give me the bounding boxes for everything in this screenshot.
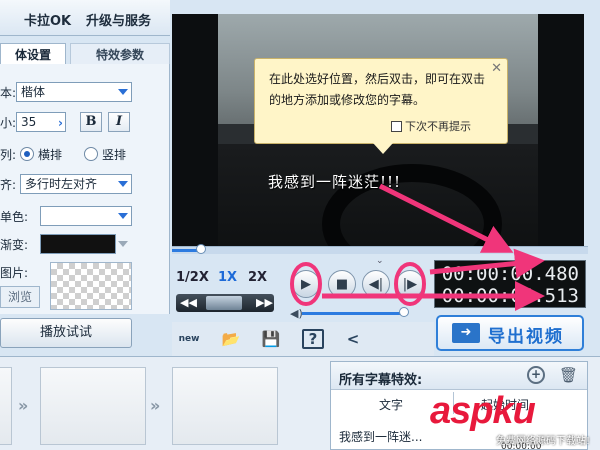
current-time: 00:00:00.480 [441, 263, 579, 285]
chevrons-right-icon: » [150, 396, 161, 415]
font-size-input[interactable]: 35 › [16, 112, 66, 132]
previous-frame-button[interactable]: ◀| [362, 270, 390, 298]
previous-frame-icon: ◀| [368, 277, 384, 292]
play-icon: ▶ [301, 277, 311, 292]
image-preview[interactable] [50, 262, 132, 310]
horizontal-label: 横排 [38, 148, 63, 162]
stop-button[interactable]: ■ [328, 270, 356, 298]
speed-1x[interactable]: 1X [218, 270, 237, 285]
tab-effect-params[interactable]: 特效参数 [70, 43, 170, 65]
watermark-subtitle: 免费网络源码下载站! [496, 436, 591, 447]
speed-slider-thumb[interactable] [206, 296, 242, 310]
help-icon[interactable]: ? [302, 329, 324, 349]
trash-icon[interactable]: 🗑 [559, 366, 578, 384]
time-display: 00:00:00.480 00:00:06.513 [434, 260, 586, 308]
gradient-row: 渐变: [0, 234, 170, 254]
color-label: 单色: [0, 210, 29, 224]
clip-thumbnail[interactable] [40, 367, 146, 445]
chevrons-right-icon: » [18, 396, 29, 415]
browse-button[interactable]: 浏览 [0, 286, 40, 308]
clip-thumbnail[interactable] [0, 367, 12, 445]
italic-button[interactable]: I [108, 112, 130, 132]
next-frame-icon: |▶ [402, 277, 418, 292]
total-time: 00:00:06.513 [441, 285, 579, 307]
align-label: 齐: [0, 178, 17, 192]
watermark-logo: aspku [430, 390, 536, 432]
export-video-label: 导出视频 [488, 327, 564, 347]
color-select[interactable] [40, 206, 132, 226]
image-label: 图片: [0, 266, 29, 280]
new-file-icon[interactable]: new [178, 329, 200, 349]
chevron-down-icon[interactable]: ⌄ [376, 256, 384, 266]
align-value: 多行时左对齐 [25, 177, 98, 191]
subtitle-settings-panel: 本: 楷体 小: 35 › B I 列: 横排 竖排 齐: 多行时左对齐 单色: [0, 64, 170, 314]
save-icon[interactable]: 💾 [260, 329, 282, 349]
preview-play-button[interactable]: 播放试试 [0, 318, 132, 348]
chevron-down-icon [118, 89, 128, 95]
play-button[interactable]: ▶ [292, 270, 320, 298]
bold-button[interactable]: B [80, 112, 102, 132]
orientation-row: 列: 横排 竖排 [0, 144, 170, 164]
speed-half[interactable]: 1/2X [176, 270, 209, 285]
tooltip-text: 在此处选好位置，然后双击，即可在双击的地方添加或修改您的字幕。 [269, 72, 486, 107]
export-video-button[interactable]: ➜ 导出视频 [436, 315, 584, 351]
chevron-down-icon [118, 213, 128, 219]
image-row: 图片: 浏览 [0, 262, 170, 322]
font-size-value: 35 [21, 115, 37, 129]
color-row: 单色: [0, 206, 170, 226]
dont-show-again-label: 下次不再提示 [405, 120, 471, 133]
next-frame-button[interactable]: |▶ [396, 270, 424, 298]
gradient-swatch[interactable] [40, 234, 116, 254]
menu-upgrade[interactable]: 升级与服务 [86, 10, 151, 29]
chevron-right-icon: › [58, 116, 63, 130]
effects-title: 所有字幕特效: [339, 373, 423, 388]
close-icon[interactable]: ✕ [491, 61, 502, 76]
timeline-handle[interactable] [196, 244, 207, 254]
timeline-bar[interactable] [172, 244, 588, 254]
volume-icon[interactable]: ◀) [290, 307, 303, 320]
vertical-radio[interactable] [84, 147, 98, 161]
horizontal-radio[interactable] [20, 147, 34, 161]
chevron-down-icon[interactable] [118, 241, 128, 247]
top-menu: 卡拉OK 升级与服务 [0, 0, 170, 36]
effect-row-text[interactable]: 我感到一阵迷... [339, 428, 422, 445]
settings-tabs: 体设置 特效参数 [0, 43, 170, 65]
menu-karaoke[interactable]: 卡拉OK [24, 10, 71, 29]
dont-show-again-checkbox[interactable] [391, 121, 402, 132]
speed-2x[interactable]: 2X [248, 270, 267, 285]
orientation-label: 列: [0, 148, 17, 162]
export-icon: ➜ [452, 323, 480, 343]
stop-icon: ■ [335, 277, 349, 292]
font-label: 本: [0, 86, 17, 100]
volume-handle[interactable] [399, 307, 409, 317]
clip-thumbnail[interactable] [172, 367, 278, 445]
tab-body-settings[interactable]: 体设置 [0, 43, 66, 65]
gradient-label: 渐变: [0, 238, 29, 252]
column-text: 文字 [379, 398, 404, 412]
volume-slider[interactable] [302, 312, 406, 315]
font-select[interactable]: 楷体 [16, 82, 132, 102]
video-subtitle[interactable]: 我感到一阵迷茫!!! [268, 171, 401, 192]
align-row: 齐: 多行时左对齐 [0, 174, 170, 194]
font-row: 本: 楷体 [0, 82, 170, 102]
vertical-label: 竖排 [102, 148, 127, 162]
font-value: 楷体 [21, 85, 46, 99]
fast-forward-icon[interactable]: ▶▶ [256, 296, 273, 309]
rewind-icon[interactable]: ◀◀ [180, 296, 197, 309]
chevron-down-icon [118, 181, 128, 187]
add-effect-icon[interactable]: + [527, 366, 545, 384]
tooltip-box: 在此处选好位置，然后双击，即可在双击的地方添加或修改您的字幕。 ✕ 下次不再提示 [254, 58, 508, 154]
align-select[interactable]: 多行时左对齐 [20, 174, 132, 194]
size-row: 小: 35 › B I [0, 112, 170, 132]
effects-header: 所有字幕特效: + 🗑 [331, 362, 587, 390]
open-folder-icon[interactable]: 📂 [220, 329, 242, 349]
size-label: 小: [0, 116, 17, 130]
share-icon[interactable]: < [342, 329, 364, 349]
